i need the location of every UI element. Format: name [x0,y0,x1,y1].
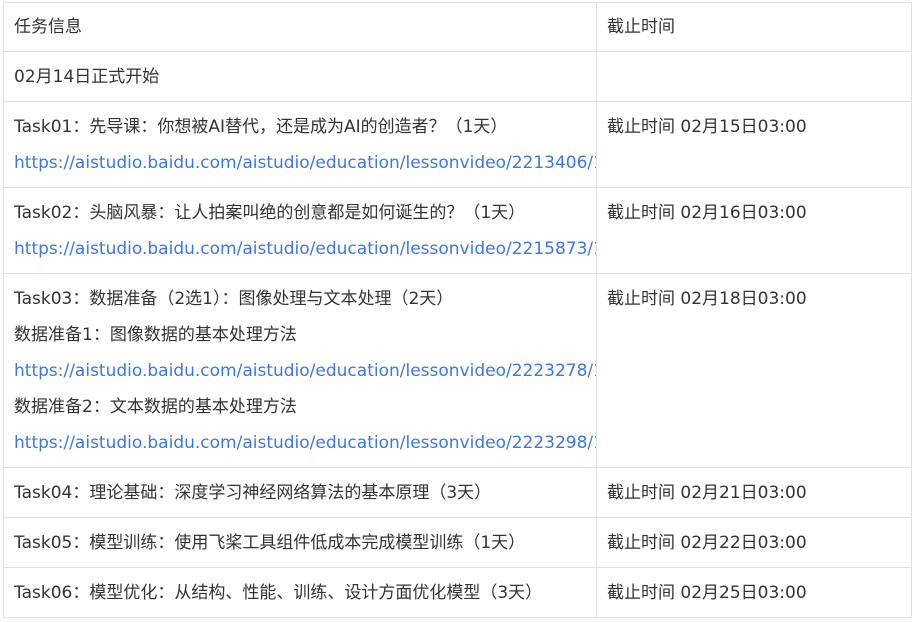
deadline-cell: 截止时间 02月15日03:00 [596,101,912,188]
task-info-cell: Task02：头脑风暴：让人拍案叫绝的创意都是如何诞生的？（1天） https:/… [3,187,597,274]
lesson-video-link[interactable]: https://aistudio.baidu.com/aistudio/educ… [14,145,596,181]
task-info-cell: Task03：数据准备（2选1）：图像处理与文本处理（2天） 数据准备1：图像数据… [3,273,597,468]
task-title: Task02：头脑风暴：让人拍案叫绝的创意都是如何诞生的？（1天） [14,203,526,223]
lesson-video-link[interactable]: https://aistudio.baidu.com/aistudio/educ… [14,425,596,461]
task-info-cell: Task01：先导课：你想被AI替代，还是成为AI的创造者？（1天） https:… [3,101,597,188]
task-subtitle: 数据准备1：图像数据的基本处理方法 [14,325,297,345]
header-task-info: 任务信息 [3,2,597,52]
task-title: Task04：理论基础：深度学习神经网络算法的基本原理（3天） [14,483,492,503]
deadline-cell: 截止时间 02月16日03:00 [596,187,912,274]
table-row: Task03：数据准备（2选1）：图像处理与文本处理（2天） 数据准备1：图像数据… [3,273,912,468]
task-title: Task05：模型训练：使用飞桨工具组件低成本完成模型训练（1天） [14,533,526,553]
start-row: 02月14日正式开始 [3,51,912,102]
task-schedule-table: 任务信息 截止时间 02月14日正式开始 Task01：先导课：你想被AI替代，… [3,2,912,618]
lesson-video-link[interactable]: https://aistudio.baidu.com/aistudio/educ… [14,231,596,267]
table-row: Task06：模型优化：从结构、性能、训练、设计方面优化模型（3天） 截止时间 0… [3,567,912,618]
deadline-cell: 截止时间 02月21日03:00 [596,467,912,518]
lesson-video-link[interactable]: https://aistudio.baidu.com/aistudio/educ… [14,353,596,389]
task-info-cell: Task04：理论基础：深度学习神经网络算法的基本原理（3天） [3,467,597,518]
table-row: Task01：先导课：你想被AI替代，还是成为AI的创造者？（1天） https:… [3,101,912,188]
task-title: Task03：数据准备（2选1）：图像处理与文本处理（2天） [14,289,454,309]
deadline-cell: 截止时间 02月25日03:00 [596,567,912,618]
task-title: Task06：模型优化：从结构、性能、训练、设计方面优化模型（3天） [14,583,543,603]
table-row: Task05：模型训练：使用飞桨工具组件低成本完成模型训练（1天） 截止时间 02… [3,517,912,568]
task-subtitle: 数据准备2：文本数据的基本处理方法 [14,397,297,417]
header-deadline: 截止时间 [596,2,912,52]
table-header-row: 任务信息 截止时间 [3,2,912,52]
table-row: Task04：理论基础：深度学习神经网络算法的基本原理（3天） 截止时间 02月2… [3,467,912,518]
empty-cell [596,51,912,102]
task-info-cell: Task05：模型训练：使用飞桨工具组件低成本完成模型训练（1天） [3,517,597,568]
deadline-cell: 截止时间 02月22日03:00 [596,517,912,568]
start-date-cell: 02月14日正式开始 [3,51,597,102]
table-row: Task02：头脑风暴：让人拍案叫绝的创意都是如何诞生的？（1天） https:/… [3,187,912,274]
task-info-cell: Task06：模型优化：从结构、性能、训练、设计方面优化模型（3天） [3,567,597,618]
task-title: Task01：先导课：你想被AI替代，还是成为AI的创造者？（1天） [14,117,508,137]
deadline-cell: 截止时间 02月18日03:00 [596,273,912,468]
